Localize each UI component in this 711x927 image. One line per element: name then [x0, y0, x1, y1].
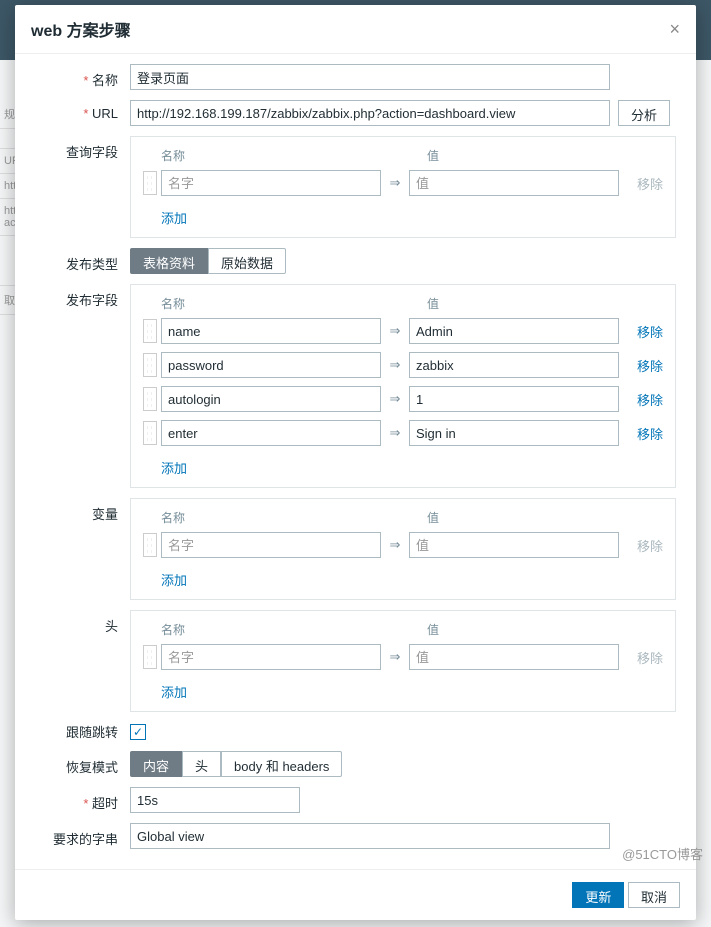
query-fields-box: 名称 值 ⋮⋮⋮⋮⋮⋮ ⇒ 移除 添加 — [130, 136, 676, 238]
param-row: ⋮⋮⋮⋮⋮⋮⇒移除 — [143, 386, 663, 412]
remove-link: 移除 — [633, 536, 663, 555]
drag-handle-icon[interactable]: ⋮⋮⋮⋮⋮⋮ — [143, 533, 157, 557]
add-header-link[interactable]: 添加 — [161, 682, 187, 701]
name-label: 名称 — [15, 64, 130, 89]
retrieve-body-button[interactable]: 内容 — [130, 751, 182, 777]
post-type-group: 表格资料 原始数据 — [130, 248, 286, 274]
variables-label: 变量 — [15, 498, 130, 523]
post-name-input[interactable] — [161, 420, 381, 446]
remove-link[interactable]: 移除 — [633, 322, 663, 341]
watermark: @51CTO博客 — [622, 844, 703, 863]
post-value-input[interactable] — [409, 318, 619, 344]
param-row: ⋮⋮⋮⋮⋮⋮⇒移除 — [143, 352, 663, 378]
remove-link: 移除 — [633, 174, 663, 193]
variables-box: 名称 值 ⋮⋮⋮⋮⋮⋮ ⇒ 移除 添加 — [130, 498, 676, 600]
drag-handle-icon[interactable]: ⋮⋮⋮⋮⋮⋮ — [143, 353, 157, 377]
header-value-input[interactable] — [409, 644, 619, 670]
retrieve-headers-button[interactable]: 头 — [182, 751, 221, 777]
cancel-button[interactable]: 取消 — [628, 882, 680, 908]
col-name-header: 名称 — [161, 147, 399, 164]
post-fields-label: 发布字段 — [15, 284, 130, 309]
url-input[interactable] — [130, 100, 610, 126]
retrieve-mode-label: 恢复模式 — [15, 751, 130, 776]
remove-link[interactable]: 移除 — [633, 356, 663, 375]
required-string-input[interactable] — [130, 823, 610, 849]
param-row: ⋮⋮⋮⋮⋮⋮⇒移除 — [143, 420, 663, 446]
headers-label: 头 — [15, 610, 130, 635]
post-type-raw-button[interactable]: 原始数据 — [208, 248, 286, 274]
retrieve-mode-group: 内容 头 body 和 headers — [130, 751, 342, 777]
post-type-form-button[interactable]: 表格资料 — [130, 248, 208, 274]
required-string-label: 要求的字串 — [15, 823, 130, 848]
drag-handle-icon[interactable]: ⋮⋮⋮⋮⋮⋮ — [143, 421, 157, 445]
post-name-input[interactable] — [161, 352, 381, 378]
drag-handle-icon[interactable]: ⋮⋮⋮⋮⋮⋮ — [143, 645, 157, 669]
remove-link[interactable]: 移除 — [633, 390, 663, 409]
variable-name-input[interactable] — [161, 532, 381, 558]
web-step-dialog: web 方案步骤 × 名称 URL 分析 查询字段 名称 值 — [15, 5, 696, 920]
param-row: ⋮⋮⋮⋮⋮⋮ ⇒ 移除 — [143, 532, 663, 558]
url-label: URL — [15, 100, 130, 121]
timeout-label: 超时 — [15, 787, 130, 812]
timeout-input[interactable] — [130, 787, 300, 813]
param-row: ⋮⋮⋮⋮⋮⋮ ⇒ 移除 — [143, 644, 663, 670]
query-name-input[interactable] — [161, 170, 381, 196]
param-row: ⋮⋮⋮⋮⋮⋮⇒移除 — [143, 318, 663, 344]
dialog-title: web 方案步骤 — [31, 17, 131, 41]
arrow-icon: ⇒ — [381, 175, 409, 191]
param-row: ⋮⋮⋮⋮⋮⋮ ⇒ 移除 — [143, 170, 663, 196]
add-post-field-link[interactable]: 添加 — [161, 458, 187, 477]
headers-box: 名称 值 ⋮⋮⋮⋮⋮⋮ ⇒ 移除 添加 — [130, 610, 676, 712]
close-icon[interactable]: × — [669, 19, 680, 40]
query-label: 查询字段 — [15, 136, 130, 161]
update-button[interactable]: 更新 — [572, 882, 624, 908]
follow-redirects-label: 跟随跳转 — [15, 722, 130, 741]
post-type-label: 发布类型 — [15, 248, 130, 273]
post-fields-box: 名称 值 ⋮⋮⋮⋮⋮⋮⇒移除⋮⋮⋮⋮⋮⋮⇒移除⋮⋮⋮⋮⋮⋮⇒移除⋮⋮⋮⋮⋮⋮⇒移… — [130, 284, 676, 488]
add-query-link[interactable]: 添加 — [161, 208, 187, 227]
col-value-header: 值 — [427, 147, 663, 164]
post-value-input[interactable] — [409, 386, 619, 412]
drag-handle-icon[interactable]: ⋮⋮⋮⋮⋮⋮ — [143, 319, 157, 343]
drag-handle-icon[interactable]: ⋮⋮⋮⋮⋮⋮ — [143, 171, 157, 195]
remove-link[interactable]: 移除 — [633, 424, 663, 443]
remove-link: 移除 — [633, 648, 663, 667]
name-input[interactable] — [130, 64, 610, 90]
post-name-input[interactable] — [161, 318, 381, 344]
variable-value-input[interactable] — [409, 532, 619, 558]
post-value-input[interactable] — [409, 420, 619, 446]
retrieve-both-button[interactable]: body 和 headers — [221, 751, 342, 777]
header-name-input[interactable] — [161, 644, 381, 670]
add-variable-link[interactable]: 添加 — [161, 570, 187, 589]
query-value-input[interactable] — [409, 170, 619, 196]
drag-handle-icon[interactable]: ⋮⋮⋮⋮⋮⋮ — [143, 387, 157, 411]
post-value-input[interactable] — [409, 352, 619, 378]
follow-redirects-checkbox[interactable]: ✓ — [130, 724, 146, 740]
parse-button[interactable]: 分析 — [618, 100, 670, 126]
post-name-input[interactable] — [161, 386, 381, 412]
